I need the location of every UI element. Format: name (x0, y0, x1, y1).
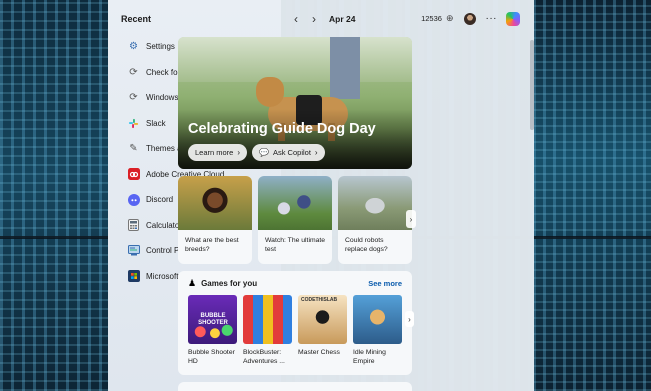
scrollbar[interactable] (530, 40, 534, 130)
learn-more-label: Learn more (195, 148, 234, 157)
game-tile-master-chess[interactable]: CODETHISLAB Master Chess (298, 295, 347, 366)
avatar[interactable] (463, 12, 476, 25)
more-options-icon[interactable]: ··· (486, 13, 498, 24)
city-building-right (533, 0, 651, 391)
recent-item-label: Settings (146, 42, 175, 52)
next-card-peek (178, 382, 412, 391)
games-tiles: BUBBLE SHOOTER Bubble Shooter HD BlockBu… (178, 295, 412, 366)
news-card[interactable]: Watch: The ultimate test (258, 176, 332, 264)
news-card[interactable]: What are the best breeds? (178, 176, 252, 264)
gear-icon: ⚙ (129, 41, 138, 53)
pen-icon: ✎ (129, 143, 138, 155)
store-icon (127, 270, 140, 283)
news-card[interactable]: Could robots replace dogs? (338, 176, 412, 264)
dog-breed-image (178, 176, 252, 230)
control-panel-icon (127, 244, 140, 257)
chevron-right-icon: › (314, 148, 318, 157)
calculator-icon (127, 219, 140, 232)
recent-item-label: Calculator (146, 220, 183, 230)
chevron-right-icon[interactable]: › (406, 210, 416, 228)
discord-icon (127, 193, 140, 206)
guide-dog-test-image (258, 176, 332, 230)
chevron-left-icon[interactable]: ‹ (287, 10, 305, 28)
game-tile-bubble-shooter[interactable]: BUBBLE SHOOTER Bubble Shooter HD (188, 295, 237, 366)
games-header: ♟ Games for you See more (178, 271, 412, 295)
chat-bubble-icon: 💬 (259, 148, 269, 157)
recent-title: Recent (121, 14, 152, 24)
feed-top-bar: ‹ › Apr 24 12536 ⊕ ··· (287, 0, 526, 37)
recent-item-label: Slack (146, 118, 166, 128)
date-label: Apr 24 (329, 13, 356, 24)
chevron-right-icon: › (237, 148, 241, 157)
city-building-left (0, 0, 110, 391)
see-more-link[interactable]: See more (368, 279, 402, 288)
hero-card[interactable]: Celebrating Guide Dog Day Learn more › 💬… (178, 37, 412, 169)
steps-count[interactable]: 12536 (421, 14, 442, 23)
copilot-icon[interactable] (506, 11, 520, 26)
footsteps-icon: ⊕ (445, 13, 454, 23)
card-caption: What are the best breeds? (185, 237, 239, 253)
game-thumbnail (243, 295, 292, 344)
learn-more-button[interactable]: Learn more › (188, 144, 248, 161)
game-tile-blockbuster[interactable]: BlockBuster: Adventures ... (243, 295, 292, 366)
ask-copilot-button[interactable]: 💬 Ask Copilot › (252, 144, 325, 161)
recent-item-label: Discord (146, 195, 174, 205)
game-title: Bubble Shooter HD (188, 349, 235, 365)
game-title: Master Chess (298, 349, 340, 356)
game-title: BlockBuster: Adventures ... (243, 349, 285, 365)
creative-cloud-icon (127, 168, 140, 181)
chevron-right-icon[interactable]: › (305, 10, 323, 28)
game-tile-idle-mining[interactable]: Idle Mining Empire (353, 295, 402, 366)
hero-title: Celebrating Guide Dog Day (188, 121, 376, 137)
game-logo-text: BUBBLE SHOOTER (198, 313, 228, 326)
chevron-right-icon[interactable]: › (405, 311, 414, 327)
slack-icon (127, 117, 140, 130)
card-caption: Could robots replace dogs? (345, 237, 388, 253)
refresh-icon: ⟳ (129, 66, 138, 78)
person-image (330, 37, 360, 99)
games-icon: ♟ (188, 277, 197, 288)
robot-dog-image (338, 176, 412, 230)
game-title: Idle Mining Empire (353, 349, 386, 365)
game-thumbnail (353, 295, 402, 344)
games-title: Games for you (201, 278, 258, 288)
games-card: ♟ Games for you See more BUBBLE SHOOTER … (178, 271, 414, 375)
card-caption: Watch: The ultimate test (265, 237, 326, 253)
game-logo-text: CODETHISLAB (301, 297, 338, 303)
refresh-icon: ⟳ (129, 92, 138, 104)
ask-copilot-label: Ask Copilot (272, 148, 311, 157)
